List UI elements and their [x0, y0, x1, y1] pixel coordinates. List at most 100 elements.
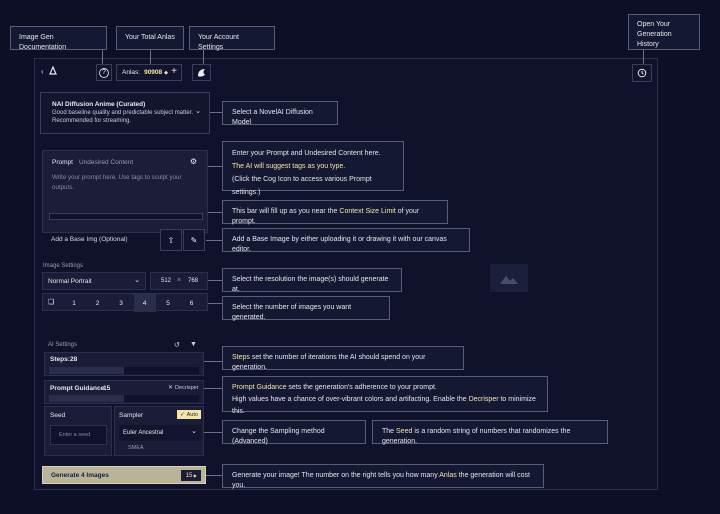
callout-history-line1: Open Your: [637, 21, 671, 28]
callout-sampler: Change the Sampling method (Advanced): [222, 420, 366, 445]
decrisper-toggle[interactable]: Decrisper: [175, 385, 199, 391]
image-count-option[interactable]: 6: [181, 294, 203, 312]
model-desc-line1: Good baseline quality and predictable su…: [52, 110, 194, 116]
callout-prompt-line2: The AI will suggest tags as you type.: [232, 163, 346, 170]
prompt-placeholder-line2[interactable]: outputs.: [52, 184, 74, 191]
callout-guidance-line2: High values have a chance of over-vibran…: [232, 394, 538, 418]
connector: [204, 432, 222, 433]
history-button[interactable]: [632, 64, 652, 82]
context-size-bar: [49, 213, 203, 220]
novelai-logo-icon: [49, 66, 57, 75]
connector: [643, 50, 644, 64]
tab-prompt[interactable]: Prompt: [52, 159, 73, 166]
prompt-placeholder-line1[interactable]: Write your prompt here. Use tags to scul…: [52, 174, 182, 181]
upload-image-button[interactable]: ⇧: [160, 229, 182, 251]
account-avatar-icon: [198, 69, 205, 77]
guidance-slider-fill: [49, 395, 124, 402]
check-icon: ✓: [180, 411, 185, 418]
image-count-option[interactable]: 1: [63, 294, 85, 312]
image-count-selector[interactable]: ❏ 123456: [42, 293, 208, 312]
callout-prompt-line1: Enter your Prompt and Undesired Content …: [232, 150, 381, 157]
times-icon: ×: [177, 277, 182, 284]
account-settings-button[interactable]: [192, 64, 211, 81]
draw-image-button[interactable]: ✎: [183, 229, 205, 251]
callout-guidance-highlight: Prompt Guidance: [232, 384, 287, 391]
callout-guidance: Prompt Guidance sets the generation's ad…: [222, 376, 548, 415]
add-anlas-icon[interactable]: +: [171, 66, 177, 77]
resolution-dimensions[interactable]: 512 × 768: [150, 272, 208, 290]
connector: [208, 303, 222, 304]
help-button[interactable]: ?: [96, 64, 112, 81]
width-value[interactable]: 512: [161, 278, 171, 284]
callout-bar-text-a: This bar will fill up as you near the: [232, 208, 340, 215]
callout-history: Open Your Generation History: [628, 14, 700, 50]
callout-guidance2-text-a: High values have a chance of over-vibran…: [232, 396, 469, 403]
anlas-display[interactable]: Anlas: 90908 ◆ +: [116, 64, 182, 81]
close-icon[interactable]: ✕: [168, 384, 173, 391]
image-count-option[interactable]: 5: [157, 294, 179, 312]
history-icon: [637, 68, 647, 78]
connector: [102, 50, 103, 64]
model-desc-line2: Recommended for streaming.: [52, 118, 132, 124]
steps-slider-fill: [49, 367, 124, 374]
guidance-slider[interactable]: [49, 395, 199, 402]
connector: [204, 361, 222, 362]
model-selector[interactable]: NAI Diffusion Anime (Curated) Good basel…: [40, 92, 210, 134]
smea-toggle[interactable]: SMEA: [128, 445, 144, 451]
tab-undesired-content[interactable]: Undesired Content: [79, 159, 133, 166]
connector: [210, 112, 222, 113]
upload-icon: ⇧: [167, 235, 175, 245]
image-settings-header: Image Settings: [43, 263, 84, 269]
sampler-value: Euler Ancestral: [123, 430, 164, 436]
anlas-icon: ◆: [164, 69, 169, 76]
resolution-select[interactable]: Normal Portrait ⌄: [42, 272, 146, 290]
callout-prompt-line3: (Click the Cog Icon to access various Pr…: [232, 176, 372, 196]
gear-icon[interactable]: ⚙: [190, 157, 197, 166]
ai-settings-header: AI Settings: [48, 342, 78, 348]
callout-context-bar: This bar will fill up as you near the Co…: [222, 200, 448, 225]
generate-cost-badge: 15 ◆: [181, 470, 201, 481]
callout-bar-highlight: Context Size Limit: [339, 208, 396, 215]
seed-label: Seed: [50, 412, 66, 419]
image-count-option[interactable]: 3: [110, 294, 132, 312]
callout-steps: Steps set the number of iterations the A…: [222, 346, 464, 371]
guidance-control[interactable]: Prompt Guidance: 15 ✕ Decrisper: [44, 380, 204, 404]
generate-cost: 15: [185, 472, 193, 479]
steps-control[interactable]: Steps: 28: [44, 352, 204, 376]
image-count-option[interactable]: 2: [87, 294, 109, 312]
images-icon: ❏: [48, 299, 55, 306]
callout-guidance2-highlight: Decrisper: [468, 396, 499, 403]
caret-down-icon[interactable]: ▼: [190, 341, 197, 348]
callout-guidance-line1: Prompt Guidance sets the generation's ad…: [232, 382, 538, 394]
connector: [203, 50, 204, 64]
base-img-label: Add a Base Img (Optional): [51, 236, 128, 243]
callout-generate-text-a: Generate your image! The number on the r…: [232, 472, 440, 479]
steps-slider[interactable]: [49, 367, 199, 374]
callout-steps-text: set the number of iterations the AI shou…: [232, 354, 426, 371]
callout-seed-text-a: The: [382, 428, 397, 435]
chevron-down-icon: ⌄: [195, 108, 201, 115]
prompt-area: Prompt Undesired Content ⚙ Write your pr…: [42, 150, 208, 233]
seed-placeholder: Enter a seed: [59, 432, 91, 438]
connector: [208, 212, 222, 213]
sampler-panel: Sampler ✓ Auto Euler Ancestral ⌄ SMEA: [114, 406, 204, 456]
callout-resolution: Select the resolution the image(s) shoul…: [222, 268, 402, 293]
height-value[interactable]: 768: [188, 278, 198, 284]
auto-toggle[interactable]: ✓ Auto: [177, 410, 201, 419]
generate-button[interactable]: Generate 4 Images 15 ◆: [42, 466, 206, 484]
back-chevron-icon[interactable]: ‹: [41, 67, 44, 76]
image-count-option[interactable]: 4: [133, 294, 156, 312]
anlas-label: Anlas:: [122, 69, 141, 76]
seed-input[interactable]: Enter a seed: [50, 425, 107, 445]
connector: [206, 240, 222, 241]
callout-generate-highlight: Anlas: [439, 472, 457, 479]
seed-panel: Seed Enter a seed: [44, 406, 112, 456]
pencil-icon: ✎: [190, 235, 198, 245]
callout-anlas: Your Total Anlas: [116, 26, 184, 50]
anlas-value: 90908: [144, 69, 163, 76]
guidance-label: Prompt Guidance:: [50, 385, 107, 392]
callout-seed-highlight: Seed: [396, 428, 413, 435]
sampler-select[interactable]: Euler Ancestral ⌄: [119, 425, 201, 441]
callout-generate: Generate your image! The number on the r…: [222, 464, 544, 489]
reset-icon[interactable]: ↺: [174, 341, 180, 349]
